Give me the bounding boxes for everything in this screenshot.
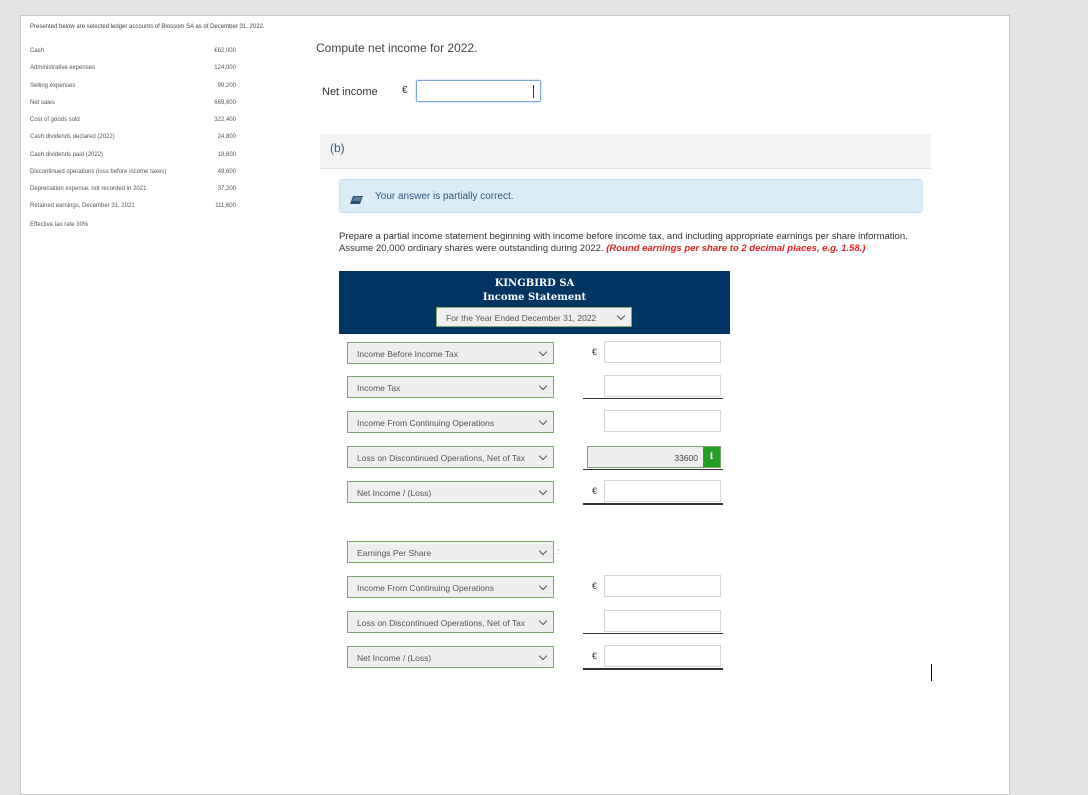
line-item-select[interactable]: Income From Continuing Operations (347, 411, 554, 433)
ledger-label: Net sales (30, 100, 56, 106)
feedback-message: Your answer is partially correct. (375, 191, 514, 202)
euro-sign: € (592, 581, 598, 591)
ledger-row: Net sales 669,600 (30, 100, 236, 110)
line-item-select[interactable]: Net Income / (Loss) (347, 481, 554, 503)
ledger-label: Administrative expenses (30, 65, 96, 71)
amount-input[interactable]: 33600 i (587, 446, 721, 468)
part-b-label: (b) (330, 141, 345, 155)
ledger-label: Cash (30, 48, 45, 54)
chevron-down-icon (616, 311, 626, 321)
ledger-value: 37,200 (217, 186, 236, 192)
ledger-value: 18,600 (217, 152, 236, 158)
double-underline (583, 668, 723, 670)
text-cursor (931, 664, 932, 681)
ledger-label: Discontinued operations (loss before inc… (30, 169, 167, 175)
amount-input[interactable] (604, 645, 721, 667)
amount-input[interactable] (604, 375, 721, 397)
ledger-label: Cash dividends declared (2022) (30, 134, 115, 140)
chevron-down-icon (538, 616, 548, 626)
line-item-label: Loss on Discontinued Operations, Net of … (357, 453, 526, 463)
chevron-down-icon (538, 347, 548, 357)
line-item-label: Income Before Income Tax (357, 349, 458, 359)
ledger-value: 49,600 (217, 169, 236, 175)
amount-input[interactable] (604, 410, 721, 432)
chevron-down-icon (538, 546, 548, 556)
ledger-row: Administrative expenses 124,000 (30, 65, 236, 75)
net-income-input[interactable] (416, 80, 541, 102)
chevron-down-icon (538, 451, 548, 461)
line-item-select[interactable]: Loss on Discontinued Operations, Net of … (347, 446, 554, 468)
line-item-label: Income From Continuing Operations (357, 418, 495, 428)
ledger-value: 24,800 (217, 134, 236, 140)
ledger-row: Cash dividends declared (2022) 24,800 (30, 134, 236, 144)
chevron-down-icon (538, 381, 548, 391)
line-item-select[interactable]: Earnings Per Share (347, 541, 554, 563)
euro-sign: € (592, 651, 598, 661)
euro-sign: € (592, 486, 598, 496)
double-underline (583, 503, 723, 505)
line-item-select[interactable]: Income Tax (347, 376, 554, 398)
ledger-intro: Presented below are selected ledger acco… (30, 24, 265, 30)
eraser-icon (350, 192, 364, 210)
line-item-label: Income From Continuing Operations (357, 583, 495, 593)
rounding-note: (Round earnings per share to 2 decimal p… (606, 243, 866, 254)
ledger-label: Cost of goods sold (30, 117, 80, 123)
line-item-select[interactable]: Net Income / (Loss) (347, 646, 554, 668)
chevron-down-icon (538, 416, 548, 426)
statement-title: Income Statement (482, 292, 587, 303)
line-item-label: Loss on Discontinued Operations, Net of … (357, 618, 526, 628)
feedback-banner: Your answer is partially correct. (339, 179, 923, 213)
underline (583, 633, 723, 634)
period-value: For the Year Ended December 31, 2022 (446, 313, 597, 323)
underline (583, 398, 723, 399)
tax-rate-note: Effective tax rate 30% (30, 222, 89, 228)
ledger-value: 111,600 (215, 203, 236, 209)
chevron-down-icon (538, 581, 548, 591)
ledger-row: Discontinued operations (loss before inc… (30, 169, 236, 179)
ledger-value: 124,000 (214, 65, 236, 71)
line-item-select[interactable]: Income From Continuing Operations (347, 576, 554, 598)
content-panel (20, 15, 1010, 795)
net-income-label: Net income (322, 86, 378, 98)
statement-header: KINGBIRD SA Income Statement For the Yea… (339, 271, 730, 334)
amount-value: 33600 (674, 453, 698, 463)
instructions: Prepare a partial income statement begin… (339, 231, 929, 255)
amount-input[interactable] (604, 610, 721, 632)
period-select[interactable]: For the Year Ended December 31, 2022 (436, 307, 632, 327)
line-item-label: Net Income / (Loss) (357, 653, 432, 663)
line-item-label: Earnings Per Share (357, 548, 432, 558)
ledger-row: Selling expenses 99,200 (30, 83, 236, 93)
ledger-value: 99,200 (217, 83, 236, 89)
amount-input[interactable] (604, 480, 721, 502)
chevron-down-icon (538, 651, 548, 661)
euro-sign: € (592, 347, 598, 357)
question-title: Compute net income for 2022. (316, 41, 478, 55)
ledger-row: Cash €62,000 (30, 48, 236, 58)
amount-input[interactable] (604, 341, 721, 363)
ledger-row: Cost of goods sold 322,400 (30, 117, 236, 127)
ledger-label: Selling expenses (30, 83, 76, 89)
company-name: KINGBIRD SA (494, 278, 575, 289)
ledger-label: Depreciation expense, not recorded in 20… (30, 186, 147, 192)
chevron-down-icon (538, 486, 548, 496)
ledger-value: €62,000 (214, 48, 236, 54)
underline (583, 469, 723, 470)
euro-sign: € (402, 85, 408, 96)
ledger-label: Cash dividends paid (2022) (30, 152, 104, 158)
info-icon[interactable]: i (703, 447, 720, 467)
part-b-header: (b) (320, 134, 931, 169)
ledger-row: Retained earnings, December 31, 2021 111,… (30, 203, 236, 213)
line-item-label: Income Tax (357, 383, 401, 393)
line-item-label: Net Income / (Loss) (357, 488, 432, 498)
ledger-row: Cash dividends paid (2022) 18,600 (30, 152, 236, 162)
ledger-label: Retained earnings, December 31, 2021 (30, 203, 135, 209)
ledger-value: 669,600 (214, 100, 236, 106)
line-item-select[interactable]: Loss on Discontinued Operations, Net of … (347, 611, 554, 633)
amount-input[interactable] (604, 575, 721, 597)
text-caret (533, 85, 534, 98)
ledger-value: 322,400 (214, 117, 236, 123)
ledger-row: Depreciation expense, not recorded in 20… (30, 186, 236, 196)
line-item-select[interactable]: Income Before Income Tax (347, 342, 554, 364)
eps-colon: : (557, 546, 560, 556)
